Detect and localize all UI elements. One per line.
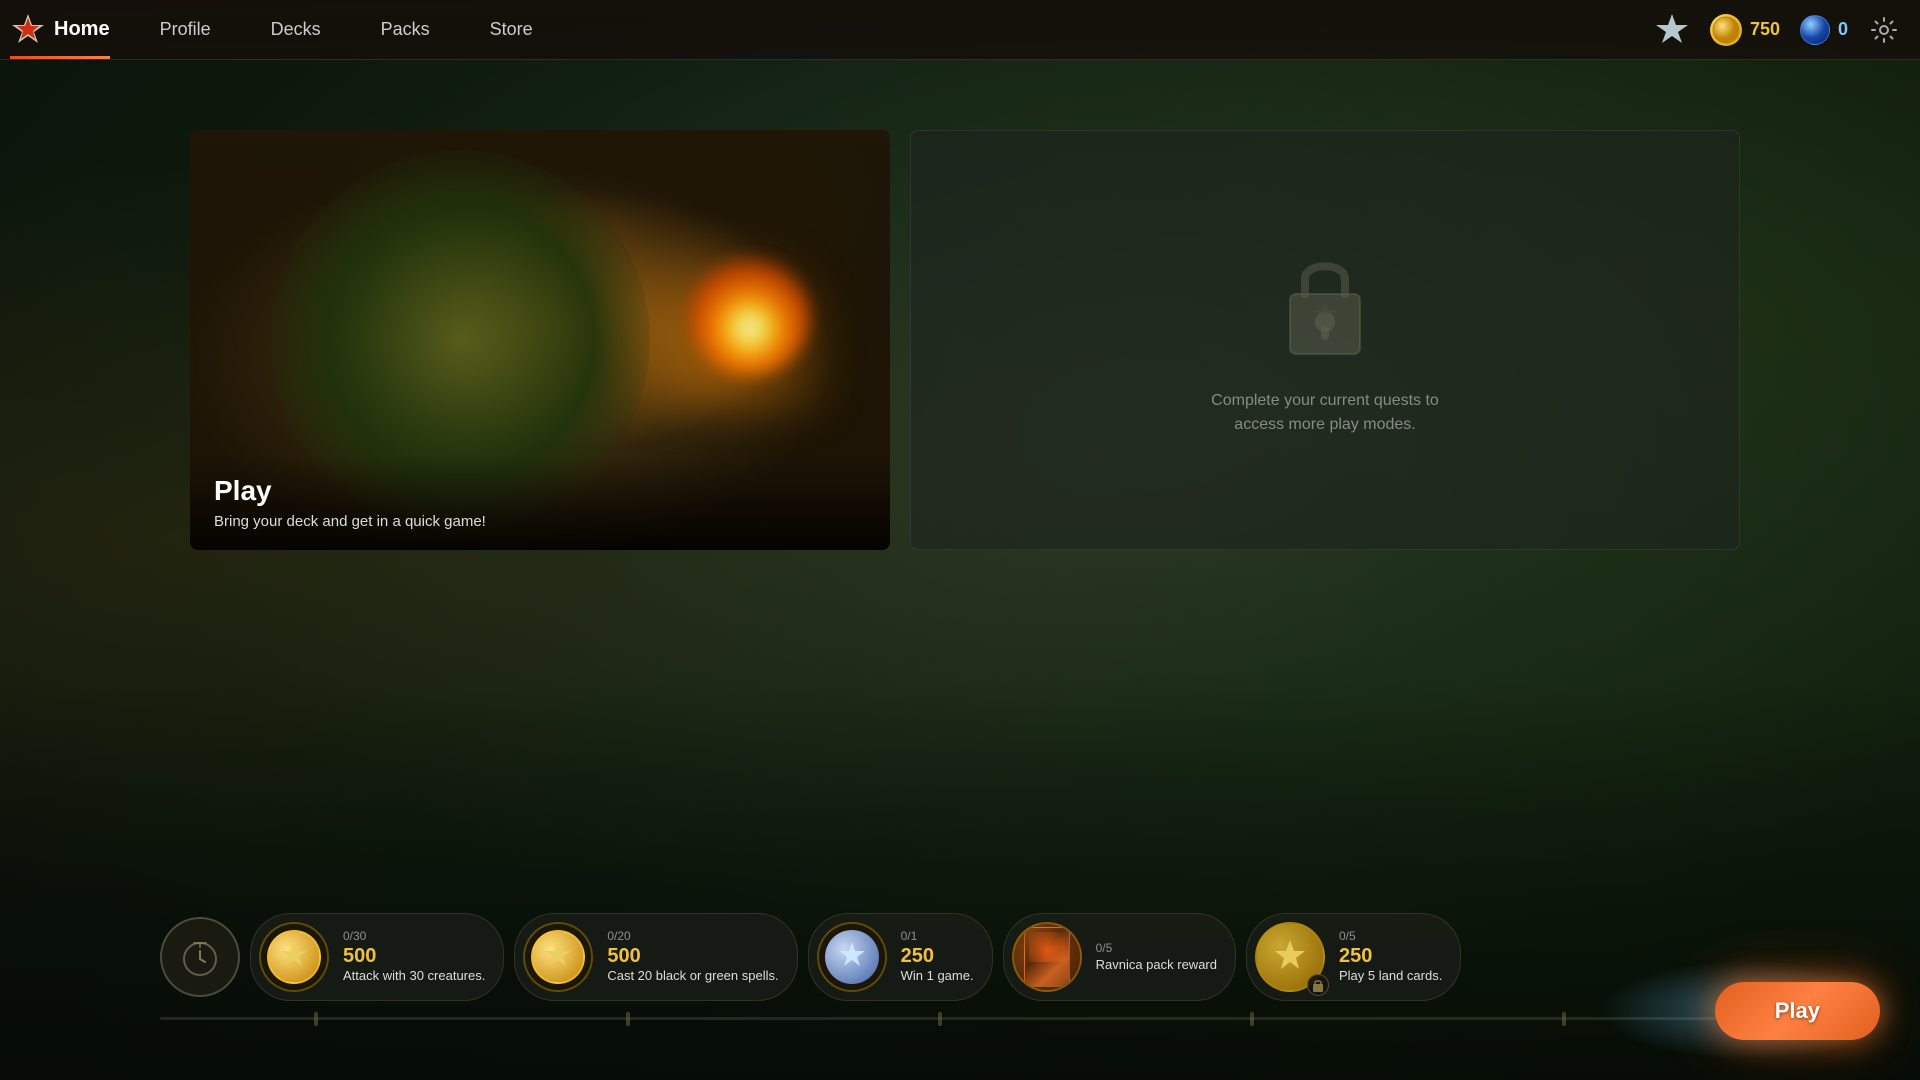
tick-3 <box>938 1012 942 1026</box>
play-card-overlay: Play Bring your deck and get in a quick … <box>190 455 890 550</box>
quest-5-mtg-logo <box>1271 938 1309 976</box>
navbar: Home Profile Decks Packs Store <box>0 0 1920 60</box>
nav-right: 750 0 <box>1654 12 1920 48</box>
quest-1-mtg-logo <box>277 940 311 974</box>
quest-1-progress: 0/30 <box>343 929 485 943</box>
timer-icon <box>178 935 222 979</box>
settings-icon[interactable] <box>1868 14 1900 46</box>
locked-card-message: Complete your current quests to access m… <box>1200 389 1450 437</box>
quest-5-lock-icon <box>1312 978 1324 992</box>
gold-currency-group: 750 <box>1710 14 1780 46</box>
quest-2-icon-wrapper <box>523 922 593 992</box>
play-button[interactable]: Play <box>1715 982 1880 1040</box>
gem-currency-group: 0 <box>1800 15 1848 45</box>
quest-3-info: 0/1 250 Win 1 game. <box>901 929 974 985</box>
gold-amount: 750 <box>1750 19 1780 40</box>
quest-4-info: 0/5 Ravnica pack reward <box>1096 941 1217 974</box>
quest-item-2[interactable]: 0/20 500 Cast 20 black or green spells. <box>514 913 797 1001</box>
tick-5 <box>1562 1012 1566 1026</box>
gem-amount: 0 <box>1838 19 1848 40</box>
mtg-logo-top-icon <box>1654 12 1690 48</box>
nav-home-label: Home <box>54 18 110 41</box>
fire-effect <box>690 256 810 376</box>
nav-profile-link[interactable]: Profile <box>130 0 241 59</box>
quest-2-reward: 500 <box>607 945 778 968</box>
quest-3-icon-wrapper <box>817 922 887 992</box>
quest-4-description: Ravnica pack reward <box>1096 957 1217 974</box>
gem-icon <box>1800 15 1830 45</box>
quest-3-mtg-logo <box>835 940 869 974</box>
quest-2-description: Cast 20 black or green spells. <box>607 968 778 985</box>
quest-4-pack-art <box>1024 927 1070 987</box>
quest-1-coin <box>267 930 321 984</box>
tick-4 <box>1250 1012 1254 1026</box>
play-card-title: Play <box>214 475 866 507</box>
quests-bar: 0/30 500 Attack with 30 creatures. 0/20 <box>160 913 1720 1020</box>
quest-3-coin <box>825 930 879 984</box>
play-card-subtitle: Bring your deck and get in a quick game! <box>214 513 866 530</box>
quest-5-icon-outer <box>1255 922 1325 992</box>
nav-home-tab[interactable]: Home <box>0 0 130 59</box>
play-card[interactable]: Play Bring your deck and get in a quick … <box>190 130 890 550</box>
quest-5-progress: 0/5 <box>1339 929 1442 943</box>
quest-3-progress: 0/1 <box>901 929 974 943</box>
nav-links: Profile Decks Packs Store <box>130 0 563 59</box>
quest-5-lock-badge <box>1307 974 1329 996</box>
progress-track-container <box>160 1017 1720 1020</box>
locked-card: Complete your current quests to access m… <box>910 130 1740 550</box>
quest-3-reward: 250 <box>901 945 974 968</box>
progress-track <box>160 1017 1720 1020</box>
tick-1 <box>314 1012 318 1026</box>
nav-decks-link[interactable]: Decks <box>241 0 351 59</box>
nav-store-link[interactable]: Store <box>460 0 563 59</box>
quest-5-reward: 250 <box>1339 945 1442 968</box>
quest-2-info: 0/20 500 Cast 20 black or green spells. <box>607 929 778 985</box>
quest-1-description: Attack with 30 creatures. <box>343 968 485 985</box>
mtg-arena-logo-icon <box>10 12 46 48</box>
quest-2-progress: 0/20 <box>607 929 778 943</box>
quest-item-1[interactable]: 0/30 500 Attack with 30 creatures. <box>250 913 504 1001</box>
quest-1-info: 0/30 500 Attack with 30 creatures. <box>343 929 485 985</box>
quest-2-mtg-logo <box>541 940 575 974</box>
quest-1-reward: 500 <box>343 945 485 968</box>
nav-packs-link[interactable]: Packs <box>351 0 460 59</box>
quest-timer <box>160 917 240 997</box>
gold-coin-icon <box>1710 14 1742 46</box>
main-content: Play Bring your deck and get in a quick … <box>0 60 1920 1080</box>
quest-5-description: Play 5 land cards. <box>1339 968 1442 985</box>
progress-tick-marks <box>160 1012 1720 1026</box>
tick-2 <box>626 1012 630 1026</box>
cards-row: Play Bring your deck and get in a quick … <box>0 60 1920 590</box>
quest-item-3[interactable]: 0/1 250 Win 1 game. <box>808 913 993 1001</box>
quest-2-coin <box>531 930 585 984</box>
quest-5-info: 0/5 250 Play 5 land cards. <box>1339 929 1442 985</box>
quests-row: 0/30 500 Attack with 30 creatures. 0/20 <box>160 913 1720 1001</box>
quest-item-4[interactable]: 0/5 Ravnica pack reward <box>1003 913 1236 1001</box>
quest-3-description: Win 1 game. <box>901 968 974 985</box>
quest-1-icon-wrapper <box>259 922 329 992</box>
quest-4-icon-wrapper <box>1012 922 1082 992</box>
quest-item-5[interactable]: 0/5 250 Play 5 land cards. <box>1246 913 1461 1001</box>
quest-4-progress: 0/5 <box>1096 941 1217 955</box>
lock-icon <box>1275 244 1375 369</box>
